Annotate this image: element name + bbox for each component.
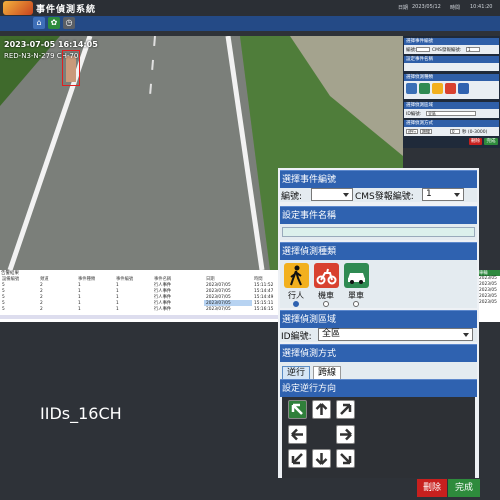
region-body: ID編號: 全區	[280, 328, 477, 342]
direction-header: 設定逆行方向	[280, 379, 477, 397]
mini-config-panel: 選擇事件編號 編號: CMS發報編號: 1 設定事件名稱 選擇偵測種類 選擇偵測…	[403, 36, 500, 148]
time-label: 時間	[450, 5, 461, 11]
event-id-select[interactable]	[311, 188, 353, 201]
mini-detect-body	[404, 81, 499, 99]
mini-event-id-body: 編號: CMS發報編號: 1	[404, 45, 499, 54]
done-button[interactable]: 完成	[448, 479, 480, 497]
date-label: 日期	[398, 5, 409, 11]
delete-button[interactable]: 刪除	[417, 479, 447, 497]
mini-detect-pedestrian-icon[interactable]	[432, 83, 443, 94]
region-id-label: ID編號:	[281, 332, 312, 342]
event-id-label: 編號:	[281, 192, 303, 202]
chevron-down-icon	[463, 333, 469, 337]
mini-method-body: 逆行 跨線 0 秒 (0-3000)	[404, 127, 499, 136]
event-name-input[interactable]	[282, 227, 475, 237]
cms-number-label: CMS發報編號:	[355, 192, 414, 202]
car-glyph	[348, 273, 365, 284]
product-watermark: IIDs_16CH	[40, 404, 122, 423]
region-header: 選擇偵測區域	[280, 310, 477, 328]
pedestrian-icon[interactable]	[284, 263, 309, 288]
arrow-left-icon[interactable]	[288, 425, 307, 444]
table-cell: 1	[116, 306, 119, 312]
mini-cms-label: CMS發報編號:	[432, 48, 462, 53]
table-cell: 5	[2, 306, 5, 312]
table-cell: 1	[78, 306, 81, 312]
detect-type-header: 選擇偵測種類	[280, 242, 477, 260]
event-config-panel: 選擇事件編號 編號: CMS發報編號: 1 設定事件名稱 選擇偵測種類 行人 機…	[278, 168, 479, 478]
mini-cms-select[interactable]: 1	[466, 47, 480, 52]
mini-detect-car-icon[interactable]	[419, 83, 430, 94]
detect-label-car: 單車	[348, 291, 364, 300]
car-icon[interactable]	[344, 263, 369, 288]
cms-number-value: 1	[426, 189, 432, 199]
app-title: 事件偵測系統	[36, 5, 97, 15]
results-scrollbar[interactable]	[0, 315, 300, 319]
detect-radio-car[interactable]	[353, 301, 359, 307]
nav-bar: ⌂ ✿ ◷	[0, 16, 500, 31]
mini-detect-header: 選擇偵測種類	[404, 74, 499, 81]
table-cell: 2	[40, 306, 43, 312]
arrow-down-left-icon[interactable]	[288, 449, 307, 468]
video-timestamp: 2023-07-05 16:14:05	[4, 40, 98, 49]
top-bar: 事件偵測系統 日期 2023/05/12 時間 10:41:20	[0, 0, 500, 16]
mini-detect-motorcycle-icon[interactable]	[445, 83, 456, 94]
event-name-body	[280, 224, 477, 240]
mini-method-reverse[interactable]: 逆行	[406, 129, 418, 134]
table-row[interactable]: 5 2 1 1 行人事件 2023/07/05 15:16:15	[0, 306, 300, 313]
time-value: 10:41:20	[470, 4, 493, 10]
mini-name-header: 設定事件名稱	[404, 56, 499, 63]
home-icon[interactable]: ⌂	[33, 17, 45, 29]
mini-detect-wrong-way-icon[interactable]	[406, 83, 417, 94]
motorcycle-glyph	[316, 268, 337, 285]
event-name-header: 設定事件名稱	[280, 206, 477, 224]
cms-number-select[interactable]: 1	[422, 188, 464, 201]
detect-type-body: 行人 機車 單車	[280, 260, 477, 308]
arrow-right-icon[interactable]	[336, 425, 355, 444]
arrow-up-left-icon[interactable]	[288, 400, 307, 419]
mini-region-body: ID編號: 全區	[404, 109, 499, 118]
mini-name-input[interactable]	[404, 63, 499, 71]
pedestrian-glyph	[290, 265, 302, 286]
arrow-down-right-icon[interactable]	[336, 449, 355, 468]
results-table: 設備編號 頻道 事件種類 事件編號 事件名稱 日期 時間 5 2 1 1 行人事…	[0, 276, 300, 312]
detect-radio-motorcycle[interactable]	[323, 301, 329, 307]
detect-label-motorcycle: 機車	[318, 291, 334, 300]
direction-pad	[282, 397, 475, 478]
table-cell: 行人事件	[154, 307, 172, 312]
list-item[interactable]: 2023/05	[478, 300, 500, 306]
mini-detect-info-icon[interactable]	[458, 83, 469, 94]
detect-radio-pedestrian[interactable]	[293, 301, 299, 307]
mini-method-cross[interactable]: 跨線	[420, 129, 432, 134]
arrow-up-right-icon[interactable]	[336, 400, 355, 419]
mini-region-label: ID編號:	[406, 112, 422, 117]
mini-done-button[interactable]: 完成	[484, 138, 498, 145]
mini-delete-button[interactable]: 刪除	[469, 138, 482, 145]
table-cell: 2023/07/05	[206, 306, 231, 312]
motorcycle-icon[interactable]	[314, 263, 339, 288]
mini-event-id-header: 選擇事件編號	[404, 38, 499, 45]
mini-region-header: 選擇偵測區域	[404, 102, 499, 109]
gear-icon[interactable]: ✿	[48, 17, 60, 29]
event-id-header: 選擇事件編號	[280, 170, 477, 188]
arrow-up-icon[interactable]	[312, 400, 331, 419]
clock-icon[interactable]: ◷	[63, 17, 75, 29]
detect-label-pedestrian: 行人	[288, 291, 304, 300]
arrow-down-icon[interactable]	[312, 449, 331, 468]
mini-range-input[interactable]: 0	[450, 129, 460, 134]
chevron-down-icon	[343, 193, 349, 197]
mini-range-label: 秒 (0-3000)	[462, 130, 488, 135]
mini-id-label: 編號:	[406, 48, 417, 53]
detection-box	[62, 50, 80, 86]
mini-region-select[interactable]: 全區	[426, 111, 476, 116]
mini-id-select[interactable]	[416, 47, 430, 52]
event-id-body: 編號: CMS發報編號: 1	[280, 188, 477, 202]
mini-method-header: 選擇偵測方式	[404, 120, 499, 127]
app-logo	[3, 1, 33, 15]
region-select[interactable]: 全區	[318, 328, 473, 341]
method-header: 選擇偵測方式	[280, 344, 477, 362]
vehicle-results-panel: 車輛 2023/05 2023/05 2023/05 2023/05 2023/…	[478, 270, 500, 322]
region-value: 全區	[322, 329, 341, 339]
date-value: 2023/05/12	[412, 4, 441, 10]
chevron-down-icon	[454, 193, 460, 197]
